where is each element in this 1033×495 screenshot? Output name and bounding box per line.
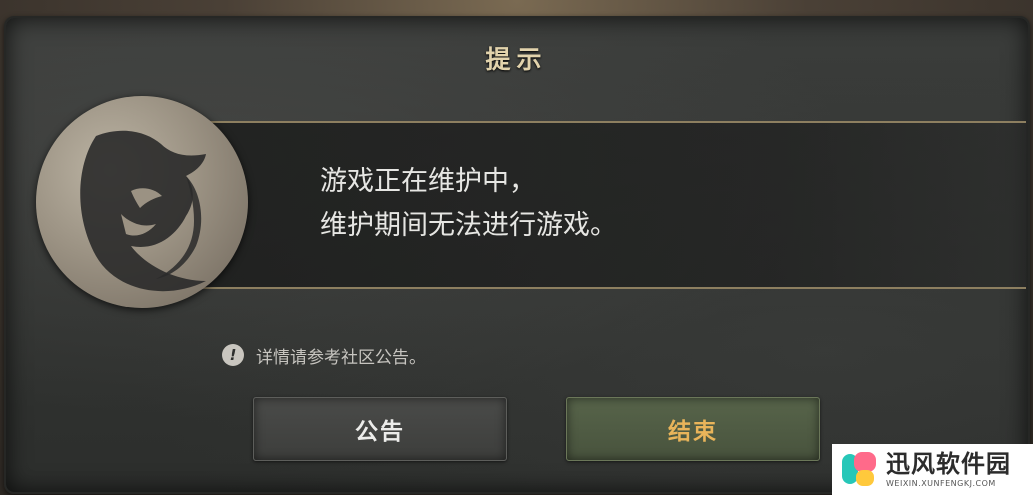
maintenance-message: 游戏正在维护中， 维护期间无法进行游戏。 [320, 160, 617, 248]
lion-head-emblem-icon [36, 96, 248, 308]
watermark-subtitle: WEIXIN.XUNFENGKJ.COM [886, 478, 996, 488]
end-button-label: 结束 [668, 419, 718, 445]
watermark-logo-icon [840, 450, 880, 490]
site-watermark: 迅风软件园 WEIXIN.XUNFENGKJ.COM [832, 444, 1033, 495]
watermark-title: 迅风软件园 [886, 449, 1011, 478]
notice-text: 详情请参考社区公告。 [256, 347, 426, 368]
dialog-title: 提示 [485, 45, 548, 74]
exclamation-icon: ! [222, 344, 244, 366]
notice-button-label: 公告 [355, 419, 405, 445]
community-notice-hint: ! 详情请参考社区公告。 [222, 342, 426, 368]
game-screen: 提示 游戏正在维护中， 维护期间无法进行游戏。 ! 详情请参考社区公告。 公告 … [0, 0, 1033, 495]
notice-button[interactable]: 公告 [253, 397, 507, 461]
message-line-2: 维护期间无法进行游戏。 [320, 210, 617, 241]
message-line-1: 游戏正在维护中， [320, 166, 536, 197]
end-button[interactable]: 结束 [566, 397, 820, 461]
